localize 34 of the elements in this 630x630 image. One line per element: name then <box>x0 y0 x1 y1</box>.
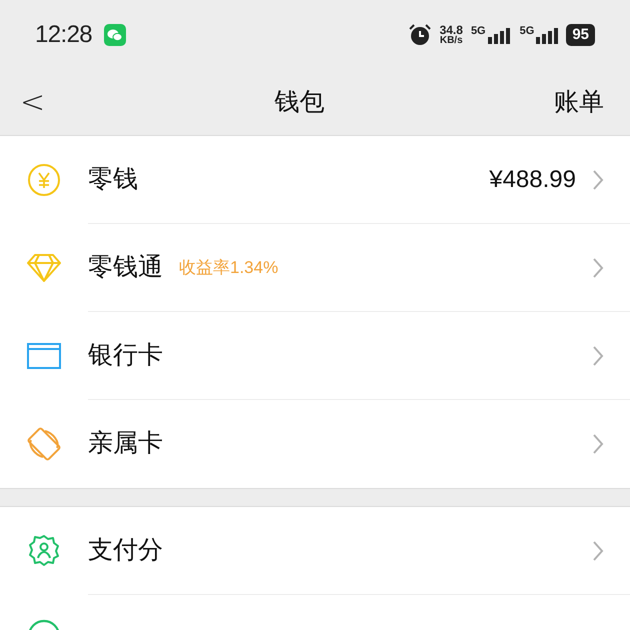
row-label: 支付分 <box>88 534 163 566</box>
chevron-right-icon <box>592 256 604 278</box>
yen-coin-icon <box>27 163 61 197</box>
battery-level: 95 <box>566 24 595 46</box>
wallet-row[interactable]: 零钱通 收益率1.34% <box>0 224 630 312</box>
speed-unit: KB/s <box>440 36 463 46</box>
yield-rate: 收益率1.34% <box>179 256 278 279</box>
bill-link[interactable]: 账单 <box>554 84 610 122</box>
speed-value: 34.8 <box>440 24 463 36</box>
chevron-right-icon <box>592 168 604 190</box>
signal-icon <box>534 26 560 44</box>
chevron-right-icon <box>592 433 604 455</box>
tilted-card-icon <box>27 427 61 461</box>
row-label: 亲属卡 <box>88 428 163 460</box>
wallet-row[interactable]: 亲属卡 <box>0 400 630 488</box>
card-icon <box>27 343 61 369</box>
alarm-icon <box>408 23 432 47</box>
back-button[interactable]: < <box>20 80 46 125</box>
signal-icon <box>486 26 512 44</box>
network-label: 5G <box>470 26 486 37</box>
network-label: 5G <box>520 26 534 37</box>
chat-app-icon <box>104 24 126 46</box>
wallet-row[interactable]: 零钱 ¥488.99 <box>0 136 630 224</box>
chevron-right-icon <box>592 344 604 366</box>
row-label: 零钱 <box>88 164 138 195</box>
badge-person-icon <box>27 534 61 568</box>
wallet-row[interactable]: 银行卡 <box>0 312 630 400</box>
row-label: 零钱通 <box>88 252 163 283</box>
page-title: 钱包 <box>274 86 325 118</box>
balance-amount: ¥488.99 <box>489 164 576 194</box>
diamond-icon <box>27 253 61 283</box>
row-label: 银行卡 <box>88 340 163 371</box>
clock-time: 12:28 <box>35 20 92 50</box>
chevron-right-icon <box>592 540 604 562</box>
